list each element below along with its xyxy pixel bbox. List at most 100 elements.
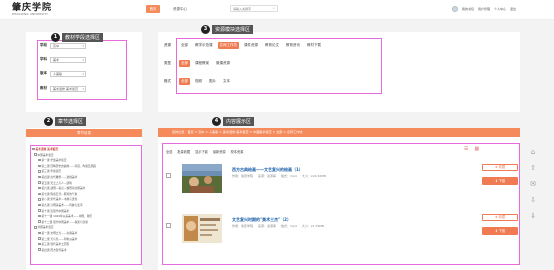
folder-icon: [34, 226, 37, 229]
filter-chip[interactable]: 文本: [221, 78, 232, 85]
filter-chip[interactable]: 视频: [193, 78, 204, 85]
chapter-item[interactable]: 第四课 西方现代美术: [32, 248, 140, 254]
search-icon[interactable]: ⌕: [271, 6, 277, 11]
item-format: 格式：mp4: [281, 224, 297, 228]
item-thumbnail[interactable]: [182, 214, 222, 243]
filter-row-resource: 资源 全部 教学示范课 名师工作坊 课件资源 教育论文 教育资讯 教材下载: [164, 41, 323, 49]
search-input[interactable]: [231, 6, 271, 12]
subject-value: 美术: [53, 57, 60, 62]
file-icon: [38, 231, 41, 235]
favorite-button[interactable]: ★ 收藏: [482, 214, 518, 221]
select-all-checkbox[interactable]: 全选: [166, 149, 172, 154]
home-icon[interactable]: ⌂: [531, 148, 535, 156]
filter-chip[interactable]: 课件资源: [242, 42, 260, 49]
item-size: 大小：224.62MB: [301, 174, 326, 178]
stage-select[interactable]: 高中 ▾: [50, 42, 86, 49]
chevron-down-icon: ▾: [82, 86, 84, 91]
marker-label: 教材学段选择区: [62, 33, 104, 42]
file-icon: [38, 181, 41, 184]
list-view-icon[interactable]: ☰: [464, 146, 468, 152]
chapter-label: 第十二课 现代中国美术——探索与创新: [41, 219, 89, 224]
file-icon: [38, 220, 41, 223]
university-logo[interactable]: 肇庆学院 ZHAOQING UNIVERSITY: [12, 3, 67, 19]
selector-label: 版本: [40, 71, 47, 75]
show-downloads-button[interactable]: 显示下载: [195, 149, 208, 154]
user-link-logout[interactable]: 退出: [510, 7, 516, 11]
item-checkbox[interactable]: [166, 173, 171, 178]
item-title[interactable]: 西方古典绘画——文艺复兴的绘画（1）: [232, 167, 303, 173]
view-toggle: ☰ ▦: [464, 146, 479, 152]
chapter-label: 第四课 西方现代美术: [41, 247, 67, 252]
filter-chip-active[interactable]: 全部: [179, 59, 190, 67]
favorite-label: 收藏: [498, 165, 506, 169]
selector-label: 教材: [40, 86, 47, 90]
file-icon: [38, 209, 41, 212]
edition-select[interactable]: 人美版 ▾: [50, 70, 86, 77]
marker-label: 章节选择区: [55, 117, 87, 126]
download-button[interactable]: ⬇ 下载: [482, 227, 518, 235]
chapter-label: 美术选修 美术鉴赏: [35, 147, 58, 151]
item-author: 作者：肇庆学院: [232, 224, 254, 228]
item-size: 大小：21.39MB: [301, 224, 325, 228]
school-resources-button[interactable]: 校本资源: [231, 149, 244, 154]
file-icon: [38, 242, 41, 246]
textbook-selector: 学段 高中 ▾ 学科 美术 ▾ 版本 人美版 ▾ 教材 美术选修 美术鉴赏 ▾: [40, 42, 126, 98]
latest-resources-button[interactable]: 最新资源: [213, 149, 226, 154]
up-icon[interactable]: ⇧: [530, 164, 536, 172]
item-checkbox[interactable]: [166, 223, 171, 228]
favorite-button[interactable]: ★ 收藏: [482, 164, 518, 171]
filter-chip-active[interactable]: 名师工作坊: [217, 41, 239, 49]
down-icon[interactable]: ⇓: [530, 212, 536, 220]
avatar[interactable]: [452, 5, 458, 12]
file-icon: [38, 203, 41, 207]
filter-chip[interactable]: 教材下载: [305, 42, 323, 49]
selector-label: 学科: [40, 57, 47, 61]
nav-resources-link[interactable]: 资源中心: [173, 5, 187, 13]
filter-chip[interactable]: 全部: [179, 42, 190, 49]
chapter-header: 章节目录: [26, 129, 142, 137]
filter-chip[interactable]: 教学示范课: [193, 42, 215, 49]
item-meta: 作者：肇庆学院 来源：资源库 格式：mp4 大小：21.39MB: [232, 224, 324, 228]
file-icon: [38, 198, 41, 201]
filter-row-format: 格式 全部 视频 图片 文本: [164, 77, 232, 85]
filter-chip[interactable]: 微课资源: [214, 60, 232, 67]
item-thumbnail[interactable]: [182, 164, 222, 193]
download-icon[interactable]: ⇩: [530, 196, 536, 204]
item-title[interactable]: 文艺复兴时期的"美术三杰"（2）: [232, 217, 291, 223]
filter-chip[interactable]: 图片: [207, 78, 218, 85]
user-link-center[interactable]: 个人中心: [494, 7, 506, 11]
user-link-manage[interactable]: 用户管理: [478, 7, 490, 11]
filter-chip[interactable]: 教育资讯: [284, 42, 302, 49]
user-link-bag[interactable]: 我的书包: [462, 7, 474, 11]
annotation-marker-2: 2 章节选择区: [44, 117, 87, 126]
user-area: 我的书包 用户管理 个人中心 退出: [452, 5, 516, 12]
grid-view-icon[interactable]: ▦: [474, 146, 479, 152]
content-toolbar: 全选 批量收藏 显示下载 最新资源 校本资源: [166, 147, 243, 155]
item-meta: 作者：肇庆学院 来源：资源库 格式：mp4 大小：224.62MB: [232, 174, 326, 178]
marker-number: 4: [212, 117, 221, 126]
filter-chip[interactable]: 教育论文: [263, 42, 281, 49]
file-icon: [38, 170, 41, 173]
filter-chip[interactable]: 课程教案: [193, 60, 211, 67]
textbook-select[interactable]: 美术选修 美术鉴赏 ▾: [50, 85, 86, 92]
download-label: 下载: [498, 179, 506, 183]
chapter-label: 第二课 回眸历史的巅峰——宋画、陶瓷及国画: [41, 163, 97, 168]
selector-row-textbook: 教材 美术选修 美术鉴赏 ▾: [40, 85, 86, 92]
chapter-label: 第九课 元明清美术——传统与变革: [41, 202, 83, 207]
download-label: 下载: [498, 229, 506, 233]
message-icon[interactable]: ✉: [530, 180, 536, 188]
subject-select[interactable]: 美术 ▾: [50, 56, 86, 63]
download-button[interactable]: ⬇ 下载: [482, 177, 518, 185]
folder-icon: [32, 147, 35, 151]
file-icon: [38, 214, 41, 218]
chapter-label: 第十一课 1949年以来美术——中国、我们: [41, 214, 93, 219]
filter-label: 资源: [164, 42, 171, 47]
filter-chip-active[interactable]: 全部: [179, 77, 190, 85]
chevron-down-icon: ▾: [82, 71, 84, 76]
batch-favorite-button[interactable]: 批量收藏: [177, 149, 190, 154]
resource-filter: 资源 全部 教学示范课 名师工作坊 课件资源 教育论文 教育资讯 教材下载 类型…: [164, 40, 384, 92]
filter-row-type: 类型 全部 课程教案 微课资源: [164, 59, 232, 67]
chapter-label: 中国美术鉴赏: [37, 152, 54, 157]
nav-home-button[interactable]: 首页: [146, 5, 160, 13]
chapter-label: 第二课 光与色——印象派美术: [41, 236, 78, 241]
